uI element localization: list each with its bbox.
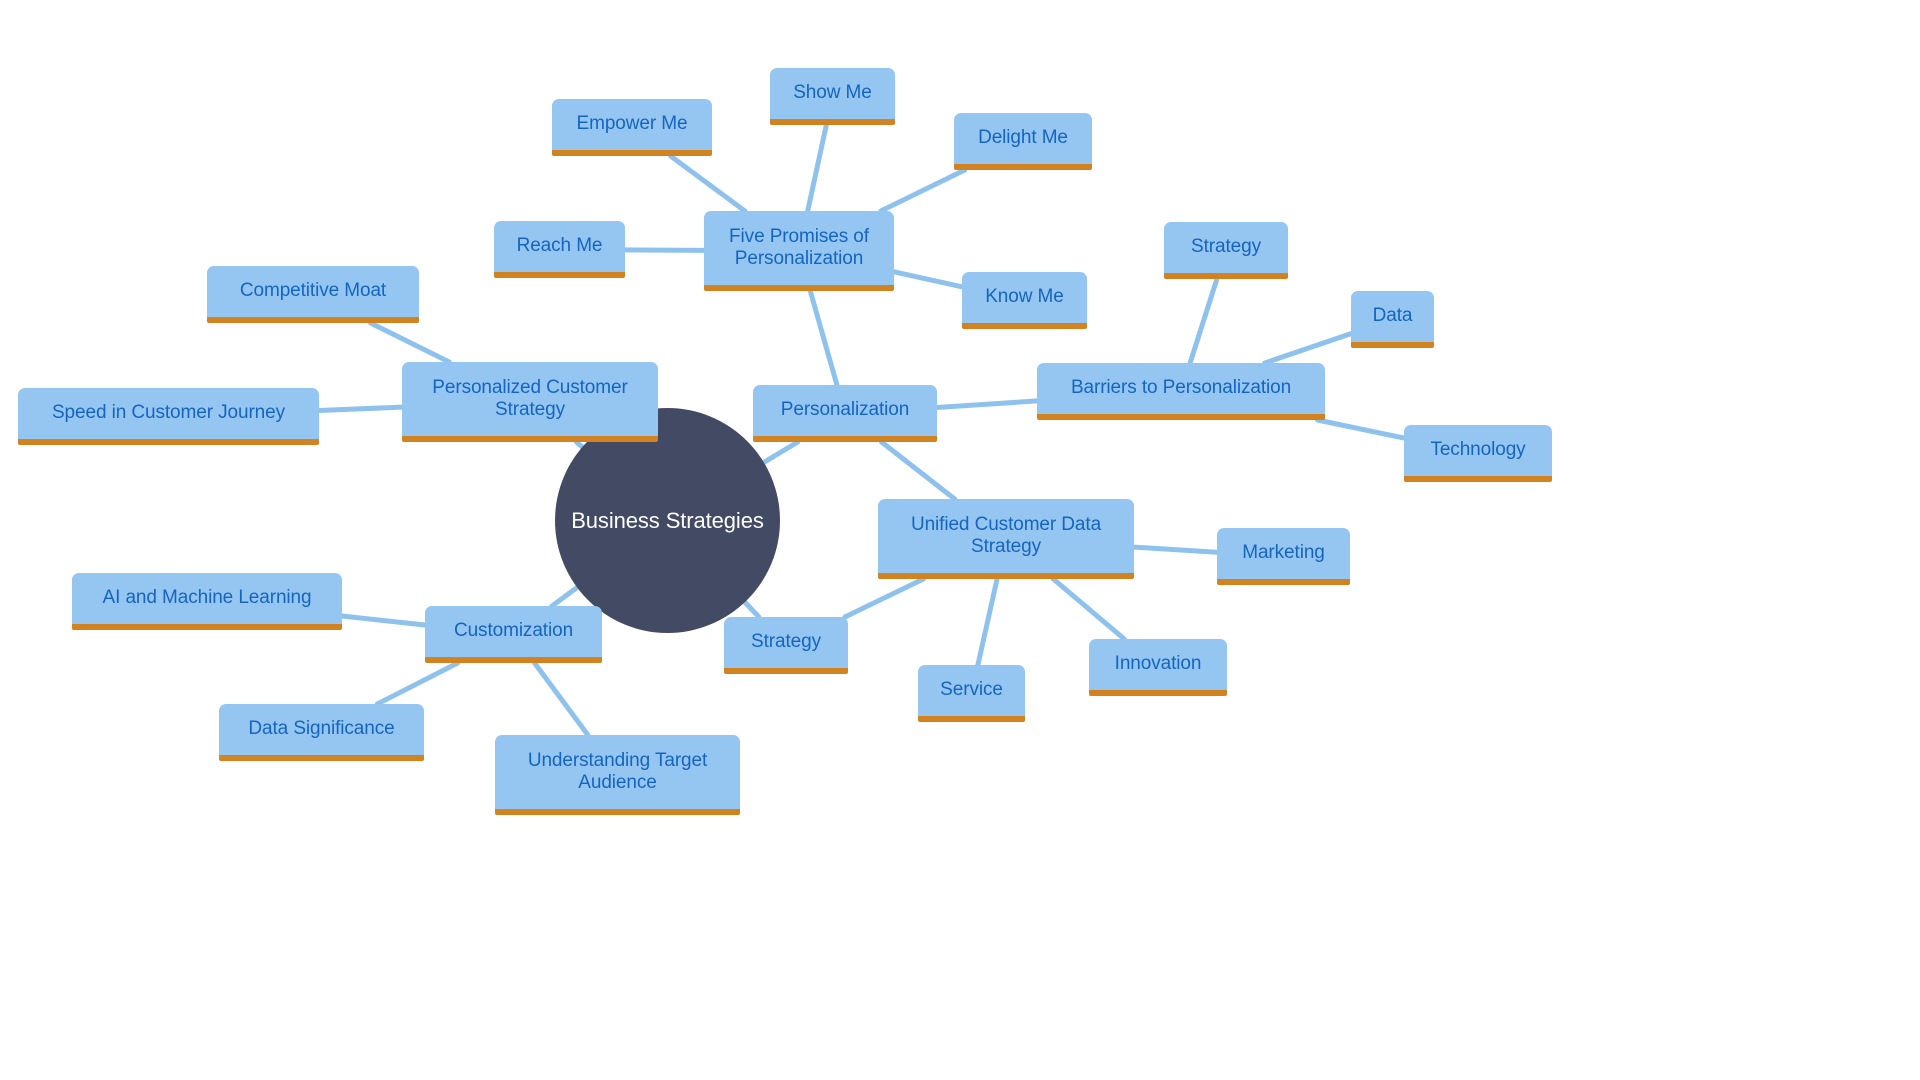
node-customization[interactable]: Customization bbox=[425, 606, 602, 663]
node-barriers-strategy[interactable]: Strategy bbox=[1164, 222, 1288, 279]
node-reach-me[interactable]: Reach Me bbox=[494, 221, 625, 278]
edge-five-promises-to-show-me bbox=[805, 122, 829, 214]
edge-personalization-to-five-promises bbox=[807, 288, 840, 388]
node-delight-me[interactable]: Delight Me bbox=[954, 113, 1092, 170]
edge-five-promises-to-empower-me bbox=[668, 153, 748, 214]
node-five-promises[interactable]: Five Promises of Personalization bbox=[704, 211, 894, 291]
node-barriers-technology[interactable]: Technology bbox=[1404, 425, 1552, 482]
edge-unified-data-to-ucd-strategy bbox=[842, 576, 926, 620]
edge-unified-data-to-ucd-marketing bbox=[1131, 544, 1220, 555]
node-personalized-strategy[interactable]: Personalized Customer Strategy bbox=[402, 362, 658, 442]
node-know-me[interactable]: Know Me bbox=[962, 272, 1087, 329]
edge-barriers-to-barriers-technology bbox=[1315, 417, 1407, 441]
edge-unified-data-to-ucd-service bbox=[975, 576, 1000, 668]
edge-center-to-personalization bbox=[761, 439, 801, 465]
node-ucd-strategy[interactable]: Strategy bbox=[724, 617, 848, 674]
edge-personalization-to-unified-data bbox=[879, 439, 958, 502]
node-personalization[interactable]: Personalization bbox=[753, 385, 937, 442]
node-barriers[interactable]: Barriers to Personalization bbox=[1037, 363, 1325, 420]
node-ucd-innovation[interactable]: Innovation bbox=[1089, 639, 1227, 696]
edge-customization-to-understanding-target bbox=[532, 660, 591, 738]
edge-customization-to-ai-ml bbox=[339, 613, 428, 628]
node-ai-ml[interactable]: AI and Machine Learning bbox=[72, 573, 342, 630]
edge-five-promises-to-delight-me bbox=[878, 167, 968, 214]
edge-center-to-ucd-strategy bbox=[742, 599, 762, 620]
node-speed-journey[interactable]: Speed in Customer Journey bbox=[18, 388, 319, 445]
mind-map-canvas: Business Strategies Five Promises of Pers… bbox=[0, 0, 1920, 1080]
node-show-me[interactable]: Show Me bbox=[770, 68, 895, 125]
node-empower-me[interactable]: Empower Me bbox=[552, 99, 712, 156]
edge-personalized-strategy-to-competitive-moat bbox=[368, 320, 452, 365]
node-barriers-data[interactable]: Data bbox=[1351, 291, 1434, 348]
node-understanding-target[interactable]: Understanding Target Audience bbox=[495, 735, 740, 815]
node-ucd-service[interactable]: Service bbox=[918, 665, 1025, 722]
edge-center-to-customization bbox=[549, 584, 580, 609]
node-unified-data[interactable]: Unified Customer Data Strategy bbox=[878, 499, 1134, 579]
edge-personalized-strategy-to-speed-journey bbox=[316, 404, 405, 413]
edge-barriers-to-barriers-strategy bbox=[1187, 276, 1220, 366]
node-competitive-moat[interactable]: Competitive Moat bbox=[207, 266, 419, 323]
edge-five-promises-to-know-me bbox=[891, 269, 965, 290]
node-data-significance[interactable]: Data Significance bbox=[219, 704, 424, 761]
edge-unified-data-to-ucd-innovation bbox=[1050, 576, 1127, 642]
edge-personalization-to-barriers bbox=[934, 398, 1040, 410]
node-ucd-marketing[interactable]: Marketing bbox=[1217, 528, 1350, 585]
edge-barriers-to-barriers-data bbox=[1262, 331, 1354, 366]
edge-customization-to-data-significance bbox=[374, 660, 461, 707]
